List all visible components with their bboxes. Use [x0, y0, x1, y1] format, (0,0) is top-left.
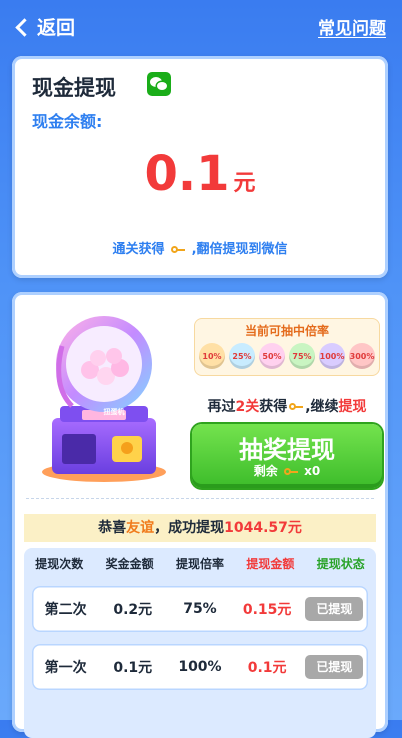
hint-before: 通关获得 [112, 242, 165, 257]
cell-rate: 100% [178, 659, 222, 675]
cell-bonus: 0.1元 [113, 660, 153, 676]
table-header: 提现次数 奖金金额 提现倍率 提现金额 提现状态 [24, 548, 376, 580]
cell-status: 已提现 [301, 655, 368, 679]
wechat-icon [147, 72, 171, 96]
multiplier-chip: 50% [259, 343, 285, 369]
remaining-label: 剩余 [253, 464, 278, 478]
status-button[interactable]: 已提现 [305, 597, 364, 621]
cell-bonus: 0.2元 [113, 602, 153, 618]
continue-post: ,继续 [305, 399, 339, 415]
cell-withdraw: 0.1元 [247, 660, 287, 676]
withdraw-records-table: 提现次数 奖金金额 提现倍率 提现金额 提现状态 第二次 0.2元 75% 0.… [24, 548, 376, 738]
congrats-pre: 恭喜 [98, 520, 127, 536]
draw-withdraw-button[interactable]: 抽奖提现 剩余 x0 [192, 424, 382, 488]
amount-unit: 元 [233, 171, 256, 196]
amount-value: 0.1 [144, 146, 230, 202]
status-button[interactable]: 已提现 [305, 655, 364, 679]
chevron-left-icon [15, 17, 34, 37]
continue-hint: 再过2关获得 ,继续提现 [194, 396, 380, 416]
cell-times: 第一次 [44, 660, 87, 676]
cell-withdraw: 0.15元 [242, 602, 292, 618]
congrats-banner: 恭喜友谊，成功提现1044.57元 [24, 514, 376, 542]
congrats-mid: ，成功提现 [154, 520, 225, 536]
lottery-card: 扭蛋机 当前可抽中倍率 10% 25% 50% 75% 100% 300% 再过… [12, 292, 388, 738]
key-icon [283, 467, 298, 477]
multiplier-chip: 300% [349, 343, 375, 369]
multiplier-title: 当前可抽中倍率 [244, 324, 329, 338]
key-icon [289, 402, 304, 412]
draw-label: 抽奖提现 [239, 436, 335, 464]
congrats-amount: 1044.57元 [224, 520, 302, 536]
cell-rate: 75% [183, 601, 217, 617]
balance-amount: 0.1 元 [12, 146, 388, 202]
machine-sign: 扭蛋机 [103, 408, 125, 416]
header-status: 提现状态 [316, 557, 365, 571]
cash-title: 现金提现 [32, 76, 116, 100]
header-rate: 提现倍率 [175, 557, 224, 571]
continue-mid: 获得 [259, 399, 288, 415]
key-icon [171, 245, 186, 255]
back-button[interactable]: 返回 [15, 13, 76, 40]
multiplier-box: 当前可抽中倍率 10% 25% 50% 75% 100% 300% [194, 318, 380, 376]
header-times: 提现次数 [35, 557, 84, 571]
table-row: 第一次 0.1元 100% 0.1元 已提现 [32, 644, 368, 690]
hint-after: ,翻倍提现到微信 [191, 242, 288, 257]
cell-times: 第二次 [44, 602, 87, 618]
header-withdraw: 提现金额 [246, 557, 295, 571]
divider [26, 498, 374, 499]
top-bar: 返回 常见问题 [0, 0, 402, 52]
multiplier-chips: 10% 25% 50% 75% 100% 300% [199, 343, 375, 369]
back-label: 返回 [37, 17, 76, 39]
continue-pre: 再过 [207, 399, 236, 415]
faq-link[interactable]: 常见问题 [318, 14, 386, 39]
multiplier-chip: 10% [199, 343, 225, 369]
multiplier-chip: 100% [319, 343, 345, 369]
header-bonus: 奖金金额 [105, 557, 154, 571]
table-row: 第二次 0.2元 75% 0.15元 已提现 [32, 586, 368, 632]
continue-levels: 2关 [235, 399, 260, 415]
multiplier-chip: 75% [289, 343, 315, 369]
remaining-count: 剩余 x0 [192, 462, 382, 479]
congrats-name: 友谊 [126, 520, 155, 536]
cash-card: 现金提现 现金余额: 0.1 元 通关获得 ,翻倍提现到微信 [12, 56, 388, 278]
multiplier-chip: 25% [229, 343, 255, 369]
cell-status: 已提现 [301, 597, 368, 621]
gacha-machine-icon [42, 316, 166, 482]
remaining-value: x0 [304, 464, 321, 478]
withdraw-hint: 通关获得 ,翻倍提现到微信 [12, 238, 388, 257]
continue-red: 提现 [338, 399, 367, 415]
balance-label: 现金余额: [32, 112, 103, 131]
